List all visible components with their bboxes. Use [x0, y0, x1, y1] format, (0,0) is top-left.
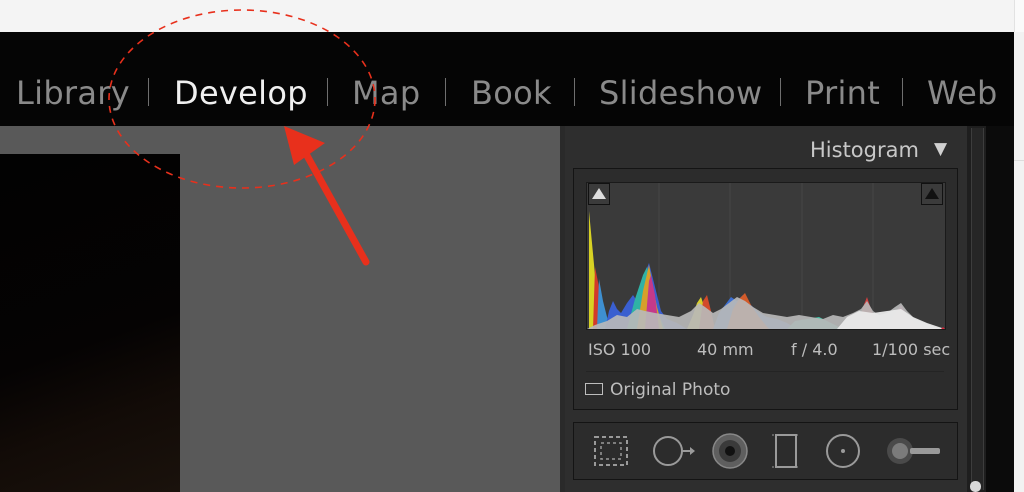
- module-slideshow[interactable]: Slideshow: [599, 74, 763, 112]
- original-photo-checkbox[interactable]: [585, 383, 603, 395]
- graduated-filter-icon[interactable]: [765, 430, 807, 472]
- module-web[interactable]: Web: [927, 74, 998, 112]
- module-book[interactable]: Book: [471, 74, 552, 112]
- histogram-divider: [586, 371, 944, 372]
- module-separator: [148, 78, 149, 106]
- photo-preview[interactable]: [0, 154, 180, 492]
- right-gutter: [1014, 32, 1024, 492]
- window-edge: [1014, 0, 1024, 32]
- red-eye-icon[interactable]: [709, 430, 751, 472]
- histogram-title[interactable]: Histogram: [810, 138, 919, 162]
- radial-filter-icon[interactable]: [822, 430, 864, 472]
- crop-overlay-icon[interactable]: [590, 430, 632, 472]
- module-library[interactable]: Library: [16, 74, 130, 112]
- original-photo-label[interactable]: Original Photo: [610, 380, 730, 400]
- scrollbar-track[interactable]: [971, 128, 984, 490]
- iso-value: ISO 100: [588, 340, 652, 359]
- module-separator: [574, 78, 575, 106]
- module-separator: [902, 78, 903, 106]
- module-separator: [327, 78, 328, 106]
- right-edge: [986, 126, 1014, 492]
- module-map[interactable]: Map: [352, 74, 420, 112]
- scrollbar-thumb[interactable]: [970, 481, 981, 492]
- panel-scrollbar[interactable]: [967, 126, 986, 492]
- module-develop[interactable]: Develop: [174, 74, 308, 112]
- shutter-speed-value: 1/100 sec: [872, 340, 951, 359]
- spot-removal-icon[interactable]: [650, 430, 698, 472]
- highlight-clipping-icon[interactable]: [921, 183, 943, 205]
- aperture-value: f / 4.0: [791, 340, 838, 359]
- collapse-triangle-icon[interactable]: ▼: [934, 139, 947, 159]
- focal-length-value: 40 mm: [697, 340, 754, 359]
- shadow-clipping-icon[interactable]: [588, 183, 610, 205]
- module-separator: [780, 78, 781, 106]
- adjustment-brush-icon[interactable]: [880, 430, 942, 472]
- histogram-graph[interactable]: [586, 182, 946, 330]
- window-top-strip: [0, 0, 1024, 32]
- module-separator: [445, 78, 446, 106]
- module-print[interactable]: Print: [805, 74, 880, 112]
